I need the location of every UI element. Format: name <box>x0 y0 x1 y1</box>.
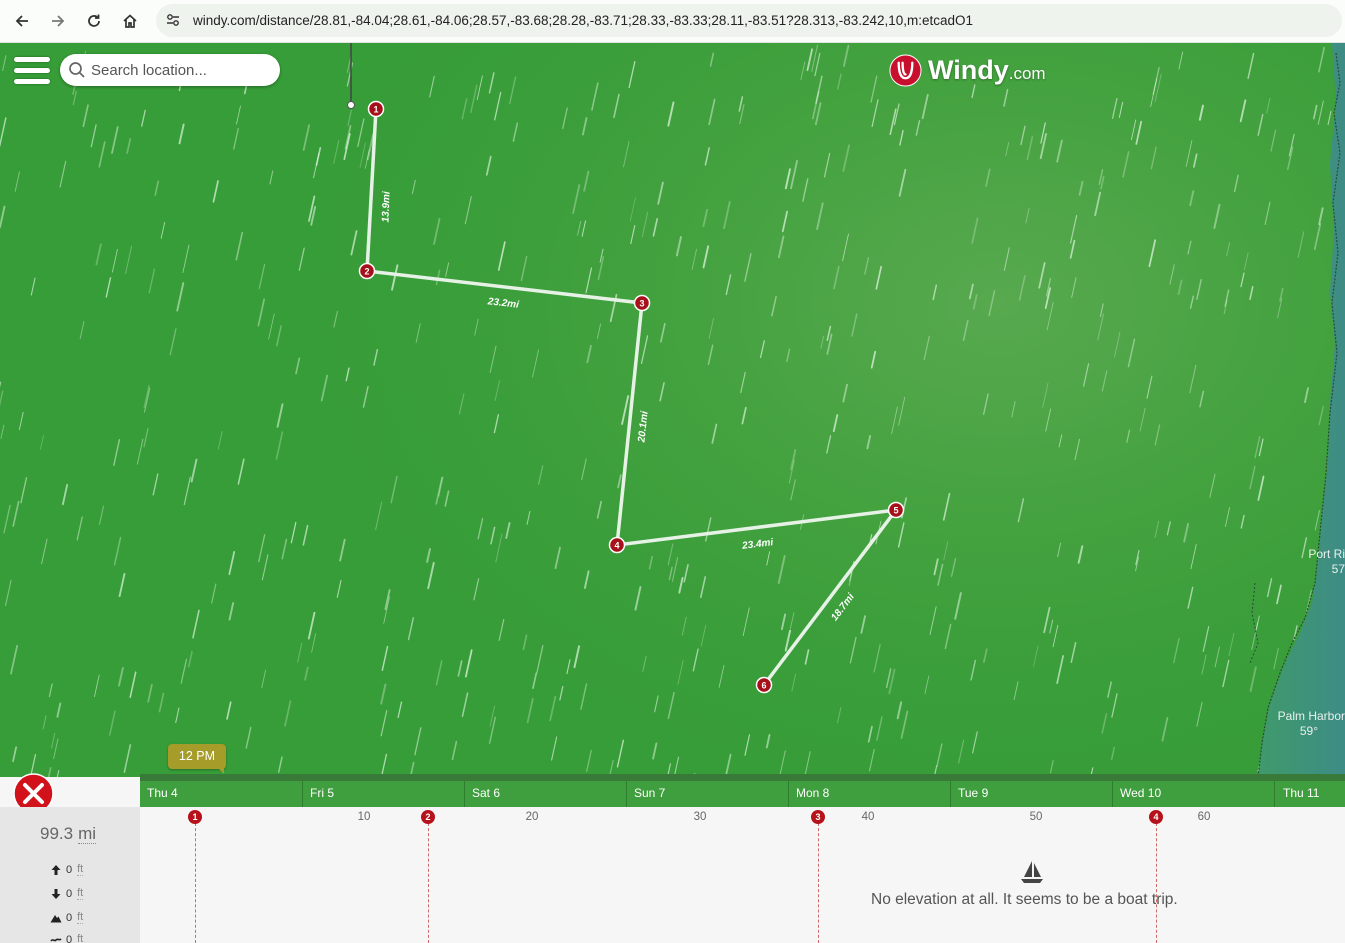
total-distance-value: 99.3 <box>40 824 74 843</box>
min-elevation-unit[interactable]: ft <box>77 933 83 943</box>
descent-value: 0 <box>66 887 73 900</box>
timeline-day[interactable]: Tue 9 <box>950 781 1112 807</box>
address-bar[interactable]: windy.com/distance/28.81,-84.04;28.61,-8… <box>156 4 1342 37</box>
mile-tick: 50 <box>1029 811 1043 823</box>
waypoint-badge[interactable]: 2 <box>421 810 435 824</box>
place-label[interactable]: Port Ri <box>1308 547 1345 561</box>
search-input[interactable] <box>91 60 271 80</box>
waypoint-marker[interactable]: 4 <box>608 536 626 554</box>
waypoint-number: 2 <box>364 267 369 277</box>
waypoint-number: 6 <box>761 681 766 691</box>
logo-domain: .com <box>1008 64 1046 83</box>
waypoint-marker[interactable]: 5 <box>887 501 905 519</box>
forward-button[interactable] <box>45 8 71 34</box>
waypoint-number: 5 <box>893 506 898 516</box>
arrow-up-icon <box>51 864 61 875</box>
no-elevation-message: No elevation at all. It seems to be a bo… <box>871 891 1178 908</box>
route-segment <box>762 508 898 687</box>
current-time-bubble[interactable]: 12 PM <box>168 744 226 774</box>
timeline-day[interactable]: Thu 4 <box>140 781 302 807</box>
total-distance: 99.3 mi <box>40 824 97 844</box>
elevation-profile[interactable]: 10 20 30 40 50 60 1 2 3 4 No elevation a… <box>140 807 1345 943</box>
mile-tick: 10 <box>357 811 371 823</box>
search-box[interactable] <box>60 54 280 86</box>
route-layer: 13.9mi 23.2mi 20.1mi 23.4mi 18.7mi 1 2 3… <box>347 43 1345 738</box>
search-icon <box>69 62 85 78</box>
timeline-day[interactable]: Wed 10 <box>1112 781 1274 807</box>
waypoint-marker[interactable]: 6 <box>755 676 773 694</box>
waypoint-badge[interactable]: 1 <box>188 810 202 824</box>
wave-icon <box>50 937 62 942</box>
waypoint-line <box>428 823 429 943</box>
timeline-days[interactable]: Thu 4 Fri 5 Sat 6 Sun 7 Mon 8 Tue 9 Wed … <box>140 781 1345 807</box>
waypoint-line <box>1156 823 1157 943</box>
sailboat-icon <box>1021 861 1043 883</box>
waypoint-marker[interactable]: 2 <box>358 262 376 280</box>
waypoint-marker[interactable]: 3 <box>633 294 651 312</box>
mile-tick: 40 <box>861 811 875 823</box>
ascent-value: 0 <box>66 863 73 876</box>
back-button[interactable] <box>9 8 35 34</box>
home-button[interactable] <box>117 8 143 34</box>
site-info-icon[interactable] <box>165 12 181 28</box>
map-view[interactable]: 13.9mi 23.2mi 20.1mi 23.4mi 18.7mi 1 2 3… <box>0 43 1345 777</box>
timeline-day[interactable]: Sat 6 <box>464 781 626 807</box>
ascent-unit[interactable]: ft <box>77 863 84 876</box>
min-elevation-stat: 0 ft <box>50 933 83 943</box>
place-label[interactable]: Palm Harbor <box>1278 709 1345 723</box>
max-elevation-unit[interactable]: ft <box>77 911 84 924</box>
windy-logo[interactable]: Windy .com <box>889 53 1046 87</box>
windy-logo-icon <box>889 53 922 87</box>
descent-stat: 0 ft <box>50 887 84 900</box>
place-temp: 59° <box>1300 724 1318 738</box>
mountain-icon <box>50 914 62 922</box>
timeline-day[interactable]: Thu 11 <box>1274 781 1345 807</box>
timeline-day[interactable]: Fri 5 <box>302 781 464 807</box>
waypoint-marker[interactable]: 1 <box>367 100 385 118</box>
timeline-day[interactable]: Mon 8 <box>788 781 950 807</box>
browser-toolbar: windy.com/distance/28.81,-84.04;28.61,-8… <box>0 0 1345 43</box>
segment-label: 23.2mi <box>486 296 519 311</box>
waypoint-line <box>195 823 196 943</box>
segment-label: 18.7mi <box>829 592 857 624</box>
distance-unit[interactable]: mi <box>78 824 97 844</box>
waypoint-badge[interactable]: 3 <box>811 810 825 824</box>
ascent-stat: 0 ft <box>50 863 84 876</box>
distance-summary: 99.3 mi 0 ft 0 ft 0 ft 0 ft <box>0 807 140 943</box>
menu-button[interactable] <box>14 57 50 87</box>
pin-dot[interactable] <box>347 101 355 109</box>
segment-label: 20.1mi <box>636 410 650 443</box>
max-elevation-value: 0 <box>66 911 73 924</box>
waypoint-badge[interactable]: 4 <box>1149 810 1163 824</box>
mile-tick: 60 <box>1197 811 1211 823</box>
waypoint-number: 3 <box>639 299 644 309</box>
reload-button[interactable] <box>81 8 107 34</box>
logo-text: Windy <box>928 54 1009 85</box>
timeline-day[interactable]: Sun 7 <box>626 781 788 807</box>
min-elevation-value: 0 <box>66 933 73 943</box>
home-icon <box>123 14 137 28</box>
mile-tick: 30 <box>693 811 707 823</box>
mile-tick: 20 <box>525 811 539 823</box>
arrow-down-icon <box>51 888 61 899</box>
route-segment <box>365 108 378 272</box>
max-elevation-stat: 0 ft <box>50 911 84 924</box>
descent-unit[interactable]: ft <box>77 887 84 900</box>
place-temp: 57 <box>1332 562 1345 576</box>
segment-label: 23.4mi <box>741 537 774 552</box>
arrow-right-icon <box>52 15 65 27</box>
arrow-left-icon <box>15 15 28 27</box>
timeline-track[interactable] <box>140 774 1345 781</box>
waypoint-number: 4 <box>614 541 619 551</box>
segment-label: 13.9mi <box>380 191 392 223</box>
url-text[interactable]: windy.com/distance/28.81,-84.04;28.61,-8… <box>193 13 973 28</box>
waypoint-line <box>818 823 819 943</box>
waypoint-number: 1 <box>373 105 378 115</box>
reload-icon <box>88 14 100 27</box>
